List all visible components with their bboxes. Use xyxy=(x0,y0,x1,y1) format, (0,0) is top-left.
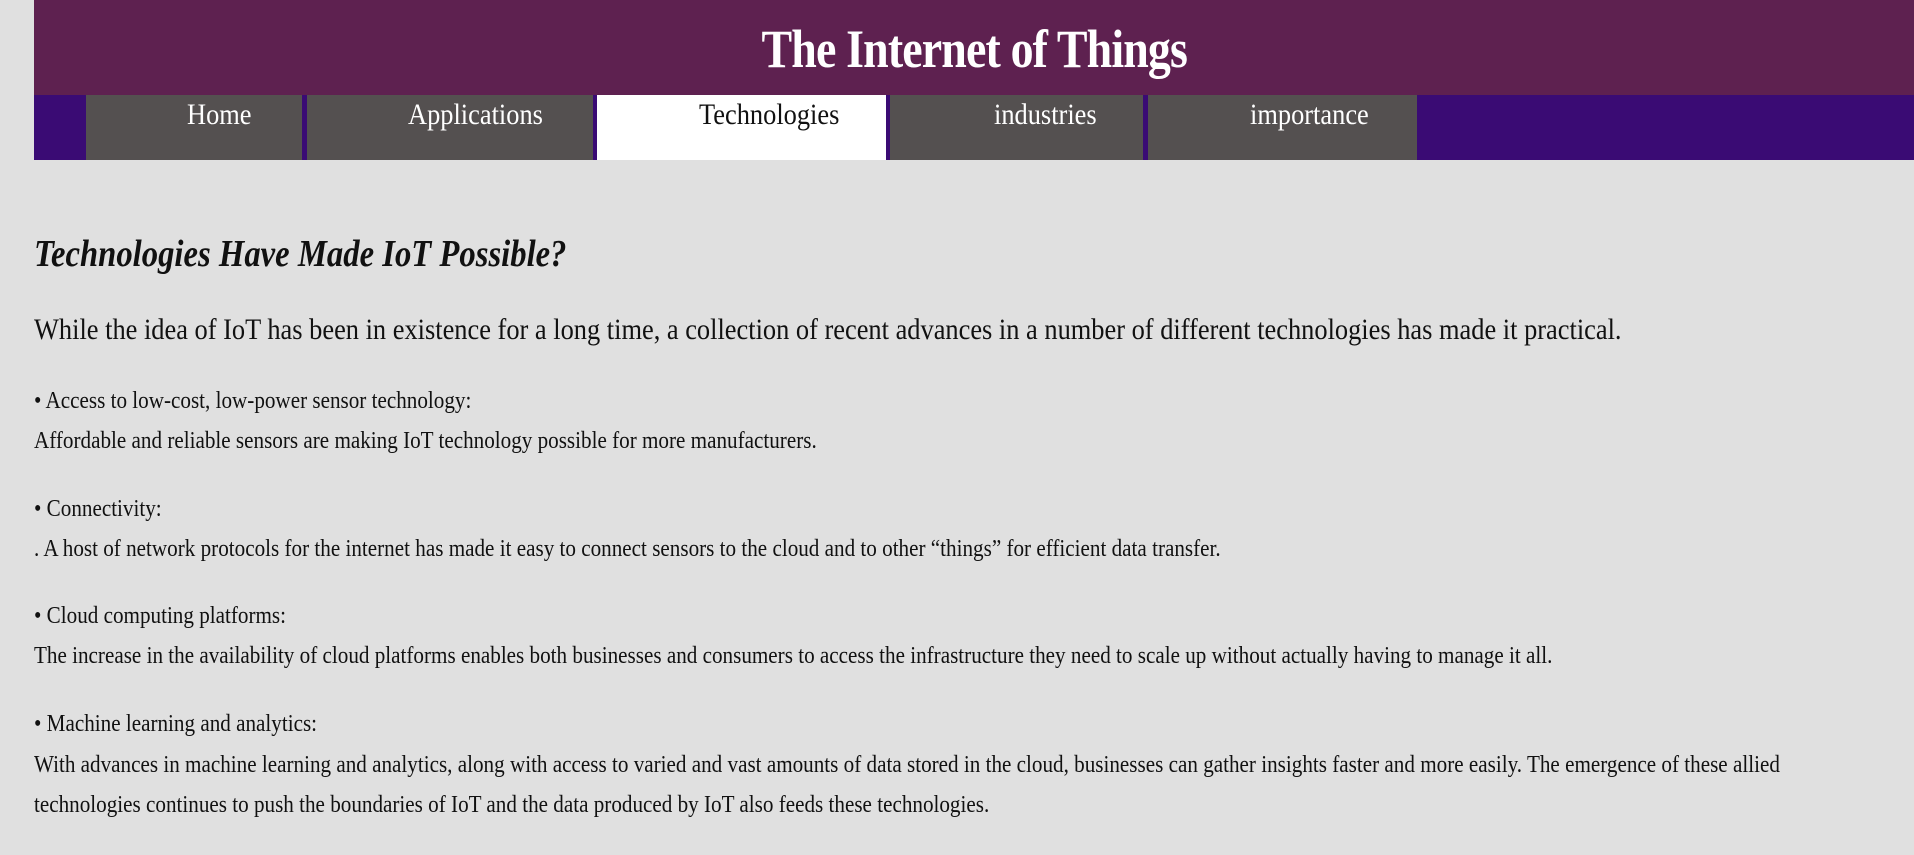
site-header: The Internet of Things xyxy=(34,0,1914,95)
intro-paragraph: While the idea of IoT has been in existe… xyxy=(34,313,1622,346)
section-heading: • Machine learning and analytics: xyxy=(34,711,318,737)
nav-importance[interactable]: importance xyxy=(1148,95,1417,160)
section-heading: • Cloud computing platforms: xyxy=(34,603,287,629)
section-heading: • Access to low-cost, low-power sensor t… xyxy=(34,388,472,414)
nav-industries-label: industries xyxy=(994,98,1097,131)
section-heading: • Connectivity: xyxy=(34,496,162,522)
nav-bar: Home Applications Technologies industrie… xyxy=(34,95,1914,160)
nav-applications[interactable]: Applications xyxy=(307,95,593,160)
nav-technologies[interactable]: Technologies xyxy=(597,95,886,160)
section-body: The increase in the availability of clou… xyxy=(34,643,1553,669)
nav-importance-label: importance xyxy=(1250,98,1369,131)
nav-home-label: Home xyxy=(187,98,252,131)
section-body: technologies continues to push the bound… xyxy=(34,792,990,818)
site-title: The Internet of Things xyxy=(761,18,1187,79)
nav-applications-label: Applications xyxy=(408,98,543,131)
section-body: Affordable and reliable sensors are maki… xyxy=(34,428,817,454)
nav-home[interactable]: Home xyxy=(86,95,302,160)
nav-technologies-label: Technologies xyxy=(699,98,840,131)
section-body: With advances in machine learning and an… xyxy=(34,752,1780,778)
nav-industries[interactable]: industries xyxy=(890,95,1143,160)
page-title: Technologies Have Made IoT Possible? xyxy=(34,233,567,275)
section-body: . A host of network protocols for the in… xyxy=(34,536,1221,562)
page: The Internet of Things Home Applications… xyxy=(0,0,1914,855)
